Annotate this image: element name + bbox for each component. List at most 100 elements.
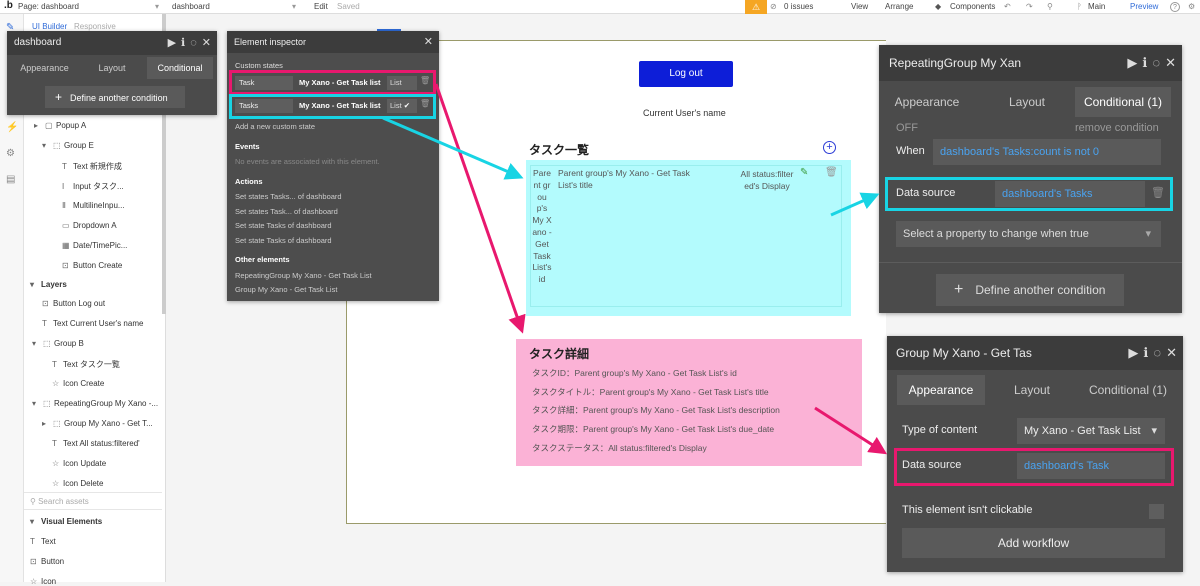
add-workflow-button[interactable]: Add workflow xyxy=(902,528,1165,558)
close-icon[interactable]: ✕ xyxy=(202,37,211,49)
tab-appearance[interactable]: Appearance xyxy=(897,375,985,405)
view-menu[interactable]: View xyxy=(851,2,868,11)
visual-item[interactable]: ⊡ Button xyxy=(30,557,64,566)
top-toolbar: .b Page: dashboard ▾ dashboard ▾ Edit Sa… xyxy=(0,0,1200,14)
panel-header: RepeatingGroup My Xan ▶ ℹ ◌ ✕ xyxy=(879,45,1182,81)
layer-item[interactable]: ☆ Icon Update xyxy=(52,459,106,468)
info-icon[interactable]: ℹ xyxy=(1142,55,1147,70)
remove-condition-link[interactable]: remove condition xyxy=(1075,122,1159,134)
not-clickable-checkbox[interactable] xyxy=(1149,504,1164,519)
logs-icon[interactable]: ▤ xyxy=(6,174,15,185)
property-select[interactable]: Select a property to change when true ▾ xyxy=(896,221,1161,247)
bubble-logo[interactable]: .b xyxy=(4,0,13,11)
close-icon[interactable]: ✕ xyxy=(424,36,433,48)
arrange-menu[interactable]: Arrange xyxy=(885,2,913,11)
tab-layout[interactable]: Layout xyxy=(985,87,1069,117)
close-icon[interactable]: ✕ xyxy=(1166,345,1177,360)
tab-appearance[interactable]: Appearance xyxy=(889,87,965,117)
not-clickable-label: This element isn't clickable xyxy=(902,504,1033,516)
warning-icon[interactable]: ⚠ xyxy=(745,0,767,14)
action-item[interactable]: Set states Task... of dashboard xyxy=(235,207,338,216)
task-title-text: Parent group's My Xano - Get Task List's… xyxy=(558,168,690,190)
other-element-link[interactable]: Group My Xano - Get Task List xyxy=(235,285,337,294)
play-icon[interactable]: ▶ xyxy=(168,37,176,49)
tree-item[interactable]: ▭ Dropdown A xyxy=(62,221,117,230)
saved-status: Saved xyxy=(337,2,360,11)
branch-main[interactable]: Main xyxy=(1088,2,1105,11)
components-menu[interactable]: Components xyxy=(950,2,995,11)
search-icon: ⚲ xyxy=(30,497,39,506)
off-toggle[interactable]: OFF xyxy=(896,122,918,134)
layer-item[interactable]: ☆ Icon Create xyxy=(52,379,104,388)
page-dropdown[interactable]: dashboard xyxy=(172,2,210,11)
tree-item[interactable]: ▦ Date/TimePic... xyxy=(62,241,127,250)
issues-count[interactable]: 0 issues xyxy=(784,2,813,11)
type-of-content-select[interactable]: My Xano - Get Task List ▾ xyxy=(1017,418,1165,444)
tab-layout[interactable]: Layout xyxy=(77,57,147,79)
action-item[interactable]: Set state Tasks of dashboard xyxy=(235,221,332,230)
layer-item[interactable]: ▾ ⬚ RepeatingGroup My Xano -... xyxy=(32,399,158,408)
settings-icon[interactable]: ⚙ xyxy=(6,148,15,159)
settings-icon[interactable]: ⚙ xyxy=(1188,2,1195,11)
define-condition-button[interactable]: + Define another condition xyxy=(936,274,1124,306)
redo-icon[interactable]: ↷ xyxy=(1026,2,1033,11)
other-elements-label: Other elements xyxy=(235,255,290,264)
search-icon[interactable]: ⚲ xyxy=(1047,2,1053,11)
chevron-down-icon[interactable]: ▾ xyxy=(292,2,296,11)
other-element-link[interactable]: RepeatingGroup My Xano - Get Task List xyxy=(235,271,372,280)
tree-item[interactable]: ▸ ▢ Popup A xyxy=(34,121,86,130)
info-icon[interactable]: ℹ xyxy=(1143,345,1148,360)
help-icon[interactable]: ? xyxy=(1170,2,1180,12)
responsive-tab[interactable]: Responsive xyxy=(74,22,116,31)
tab-appearance[interactable]: Appearance xyxy=(7,57,82,79)
plugins-icon[interactable]: ⚡ xyxy=(6,122,18,133)
plus-icon: + xyxy=(55,90,63,104)
create-icon[interactable]: + xyxy=(823,141,836,154)
play-icon[interactable]: ▶ xyxy=(1128,345,1138,360)
layer-item[interactable]: ▸ ⬚ Group My Xano - Get T... xyxy=(42,419,153,428)
search-assets-input[interactable]: ⚲ Search assets xyxy=(24,492,162,510)
layer-item[interactable]: ▾ ⬚ Group B xyxy=(32,339,84,348)
action-item[interactable]: Set state Tasks of dashboard xyxy=(235,236,332,245)
visual-item[interactable]: T Text xyxy=(30,537,56,546)
tab-layout[interactable]: Layout xyxy=(992,375,1072,405)
when-expression[interactable]: dashboard's Tasks:count is not 0 xyxy=(933,139,1161,165)
tab-conditional[interactable]: Conditional xyxy=(147,57,213,79)
edit-menu[interactable]: Edit xyxy=(314,2,328,11)
pencil-icon[interactable]: ✎ xyxy=(800,167,808,178)
trash-icon[interactable]: 🗑 xyxy=(825,167,838,178)
tree-item[interactable]: Ⅱ MultilineInpu... xyxy=(62,201,125,210)
add-state-link[interactable]: Add a new custom state xyxy=(235,122,315,131)
tree-item[interactable]: I Input タスク... xyxy=(62,181,124,192)
info-icon[interactable]: ℹ xyxy=(181,37,185,49)
define-condition-button[interactable]: + Define another condition xyxy=(45,86,185,108)
ui-builder-tab[interactable]: UI Builder xyxy=(32,22,67,31)
layer-item[interactable]: T Text All status:filtered' xyxy=(52,439,140,448)
tree-item[interactable]: ⊡ Button Create xyxy=(62,261,122,270)
tree-item[interactable]: ▾ ⬚ Group E xyxy=(42,141,94,150)
undo-icon[interactable]: ↶ xyxy=(1004,2,1011,11)
visual-elements-header[interactable]: ▾ Visual Elements xyxy=(30,517,102,526)
logout-button[interactable]: Log out xyxy=(639,61,733,87)
layer-item[interactable]: T Text Current User's name xyxy=(42,319,143,328)
comment-icon[interactable]: ◌ xyxy=(1153,345,1161,360)
close-icon[interactable]: ✕ xyxy=(1165,55,1176,70)
page-label[interactable]: Page: dashboard xyxy=(18,2,79,11)
layer-item[interactable]: ☆ Icon Delete xyxy=(52,479,103,488)
comment-icon[interactable]: ◌ xyxy=(190,37,197,49)
preview-link[interactable]: Preview xyxy=(1130,2,1158,11)
tab-conditional[interactable]: Conditional (1) xyxy=(1079,375,1177,405)
play-icon[interactable]: ▶ xyxy=(1127,55,1137,70)
layers-header[interactable]: ▾ Layers xyxy=(30,280,67,289)
panel-title: RepeatingGroup My Xan xyxy=(889,56,1022,70)
task-list-title: タスク一覧 xyxy=(529,143,590,157)
action-item[interactable]: Set states Tasks... of dashboard xyxy=(235,192,342,201)
layer-item[interactable]: ⊡ Button Log out xyxy=(42,299,105,308)
comment-icon[interactable]: ◌ xyxy=(1152,55,1160,70)
chevron-down-icon[interactable]: ▾ xyxy=(155,2,159,11)
issues-icon[interactable]: ⊘ xyxy=(770,2,777,11)
layer-item[interactable]: T Text タスク一覧 xyxy=(52,359,120,370)
tab-conditional[interactable]: Conditional (1) xyxy=(1075,87,1171,117)
tree-item[interactable]: T Text 新規作成 xyxy=(62,161,122,172)
detail-line: タスクタイトル：Parent group's My Xano - Get Tas… xyxy=(532,387,769,397)
